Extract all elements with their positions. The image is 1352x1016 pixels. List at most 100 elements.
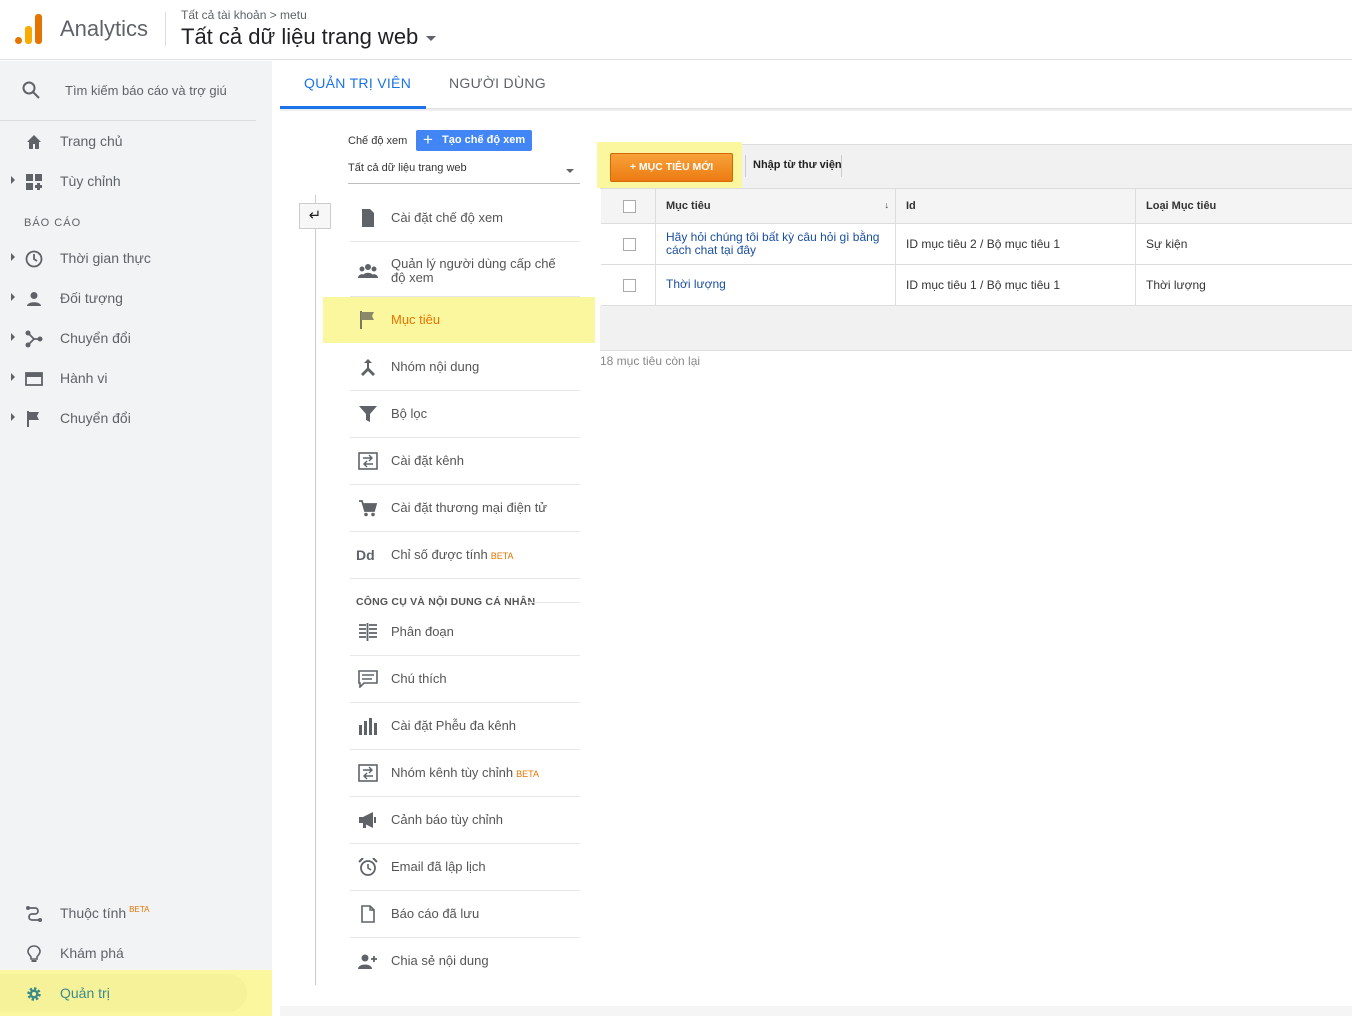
sidebar-item-home[interactable]: Trang chủ [0, 121, 256, 161]
column-header-id[interactable]: Id [896, 189, 1136, 223]
beta-badge: BETA [129, 905, 150, 915]
merge-icon [361, 359, 375, 376]
menu-item-channel-settings[interactable]: Cài đặt kênh [350, 438, 580, 485]
goal-name-link[interactable]: Hãy hỏi chúng tôi bất kỳ câu hỏi gì bằng… [656, 224, 896, 264]
expand-arrow-icon[interactable] [11, 373, 15, 381]
sidebar-item-customization[interactable]: Tùy chỉnh [0, 161, 256, 201]
menu-item-view-settings[interactable]: Cài đặt chế độ xem [350, 195, 580, 242]
goal-name-link[interactable]: Thời lượng [656, 265, 896, 305]
sidebar-item-behavior[interactable]: Hành vi [0, 358, 256, 398]
menu-item-segments[interactable]: Phân đoạn [350, 609, 580, 656]
create-view-label: Tạo chế độ xem [442, 134, 526, 146]
sidebar-item-attribution[interactable]: Thuộc tính BETA [0, 893, 256, 933]
sidebar-item-admin[interactable]: Quản trị [0, 973, 256, 1013]
menu-item-scheduled-emails[interactable]: Email đã lập lịch [350, 844, 580, 891]
expand-arrow-icon[interactable] [11, 333, 15, 341]
menu-item-annotations[interactable]: Chú thích [350, 656, 580, 703]
sidebar-item-realtime[interactable]: Thời gian thực [0, 238, 256, 278]
view-selected: Tất cả dữ liệu trang web [348, 162, 467, 174]
cart-icon [359, 500, 378, 517]
home-icon [27, 135, 41, 149]
divider [280, 109, 1352, 111]
sidebar-item-label: Thời gian thực [60, 250, 151, 266]
sidebar-item-label: Khám phá [60, 945, 124, 961]
menu-item-label: Cảnh báo tùy chỉnh [391, 812, 504, 827]
sidebar-item-label: Trang chủ [60, 133, 123, 149]
row-checkbox[interactable] [623, 238, 636, 251]
gear-icon [27, 987, 41, 1001]
table-row: Hãy hỏi chúng tôi bất kỳ câu hỏi gì bằng… [601, 224, 1352, 265]
header-checkbox-cell [601, 189, 656, 223]
menu-item-custom-channel-groupings[interactable]: Nhóm kênh tùy chỉnh BETA [350, 750, 580, 797]
sidebar-item-label: Chuyển đổi [60, 410, 131, 426]
menu-item-filters[interactable]: Bộ lọc [350, 391, 580, 438]
sidebar-item-label: Tùy chỉnh [60, 173, 121, 189]
divider [528, 602, 580, 603]
menu-item-content-grouping[interactable]: Nhóm nội dung [350, 344, 580, 391]
select-all-checkbox[interactable] [623, 200, 636, 213]
attribution-label: Thuộc tính [60, 905, 127, 921]
new-goal-button[interactable]: + MỤC TIÊU MỚI [610, 153, 733, 182]
sidebar-item-label: Quản trị [60, 985, 110, 1001]
personal-tools-label: CÔNG CỤ VÀ NỘI DUNG CÁ NHÂN [356, 596, 536, 608]
row-checkbox-cell [601, 224, 656, 264]
tab-user[interactable]: NGƯỜI DÙNG [449, 75, 546, 91]
menu-item-label: Bộ lọc [391, 406, 428, 421]
menu-item-label: Chia sẻ nội dung [391, 953, 489, 968]
table-footer [600, 306, 1352, 351]
menu-item-share-assets[interactable]: Chia sẻ nội dung [350, 938, 580, 985]
menu-item-label: Báo cáo đã lưu [391, 906, 480, 921]
sort-down-icon[interactable]: ↓ [885, 200, 890, 210]
menu-item-saved-reports[interactable]: Báo cáo đã lưu [350, 891, 580, 938]
menu-item-label: Cài đặt thương mại điện tử [391, 500, 548, 515]
row-checkbox[interactable] [623, 279, 636, 292]
menu-item-custom-alerts[interactable]: Cảnh báo tùy chỉnh [350, 797, 580, 844]
chevron-down-icon [566, 169, 574, 173]
sidebar-item-conversions[interactable]: Chuyển đổi [0, 398, 256, 438]
column-header-goal[interactable]: Mục tiêu ↓ [656, 189, 896, 223]
app-name: Analytics [60, 16, 149, 41]
back-arrow-button[interactable]: ↵ [299, 203, 331, 229]
clock-icon [25, 250, 43, 268]
sidebar-item-discover[interactable]: Khám phá [0, 933, 256, 973]
expand-arrow-icon[interactable] [11, 413, 15, 421]
sidebar-item-label: Thuộc tính BETA [60, 905, 149, 921]
share-person-icon [358, 954, 377, 969]
property-selector[interactable]: Tất cả dữ liệu trang web [181, 24, 437, 50]
view-selector[interactable]: Tất cả dữ liệu trang web [348, 162, 580, 184]
admin-tabs: QUẢN TRỊ VIÊN NGƯỜI DÙNG [280, 61, 1352, 109]
menu-item-label: Quản lý người dùng cấp chế độ xem [391, 256, 556, 285]
sidebar-item-label: Đối tượng [60, 290, 123, 306]
menu-item-mcf-settings[interactable]: Cài đặt Phễu đa kênh [350, 703, 580, 750]
analytics-logo-icon[interactable] [15, 14, 43, 44]
search-box[interactable]: Tìm kiếm báo cáo và trợ giúp [0, 61, 256, 121]
create-view-button[interactable]: + Tạo chế độ xem [416, 130, 532, 151]
menu-item-label: Email đã lập lịch [391, 859, 486, 874]
sidebar-item-acquisition[interactable]: Chuyển đổi [0, 318, 256, 358]
goal-type: Sự kiện [1146, 237, 1188, 251]
menu-item-goals[interactable]: Mục tiêu [350, 297, 580, 344]
document-icon [362, 209, 374, 227]
channel-icon [358, 452, 378, 470]
menu-item-calculated-metrics[interactable]: Dd Chỉ số được tính BETA [350, 532, 580, 579]
expand-arrow-icon[interactable] [11, 253, 15, 261]
tab-admin[interactable]: QUẢN TRỊ VIÊN [304, 75, 411, 91]
expand-arrow-icon[interactable] [11, 293, 15, 301]
menu-item-label: Cài đặt Phễu đa kênh [391, 718, 517, 733]
reports-section-label: BÁO CÁO [24, 217, 82, 229]
breadcrumb[interactable]: Tất cả tài khoản > metu [181, 8, 307, 22]
arrow-left-icon: ↵ [308, 207, 322, 224]
beta-badge: BETA [516, 769, 539, 779]
view-label: Chế độ xem [348, 135, 408, 147]
menu-item-label: Mục tiêu [391, 312, 441, 327]
menu-item-ecommerce-settings[interactable]: Cài đặt thương mại điện tử [350, 485, 580, 532]
column-header-goal-type[interactable]: Loại Mục tiêu [1136, 189, 1352, 223]
menu-item-label: Chỉ số được tính BETA [391, 548, 514, 563]
import-from-gallery-button[interactable]: Nhập từ thư viện [753, 159, 842, 171]
search-input[interactable]: Tìm kiếm báo cáo và trợ giúp [65, 83, 227, 98]
plus-icon: + [423, 130, 433, 149]
sidebar-item-audience[interactable]: Đối tượng [0, 278, 256, 318]
menu-item-user-management[interactable]: Quản lý người dùng cấp chế độ xem [350, 242, 580, 297]
column-header-label: Mục tiêu [666, 200, 711, 212]
expand-arrow-icon[interactable] [11, 176, 15, 184]
